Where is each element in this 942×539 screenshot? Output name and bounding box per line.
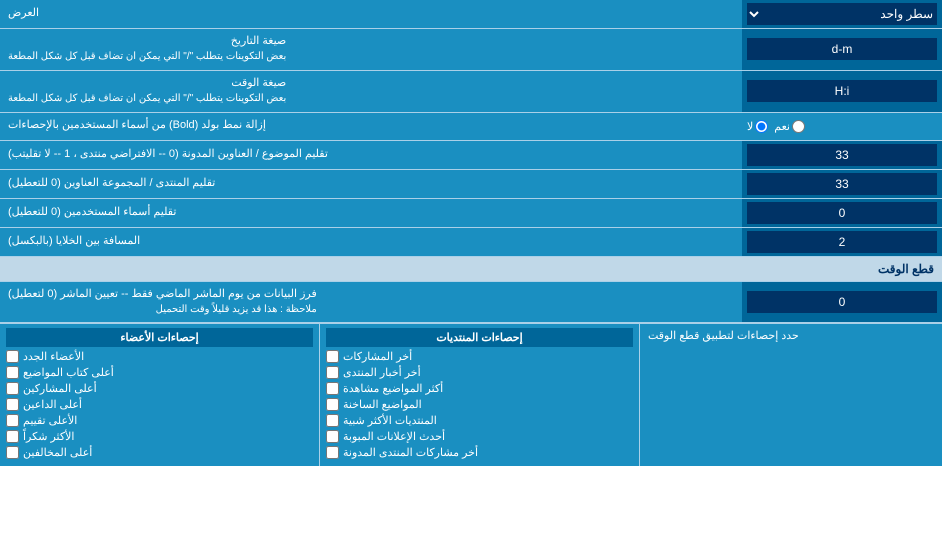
- stats-col-forums-header: إحصاءات المنتديات: [326, 328, 633, 347]
- label-member-5: الأعلى تقييم: [23, 414, 77, 427]
- row-distance: المسافة بين الخلايا (بالبكسل): [0, 228, 942, 257]
- row-forum: تقليم المنتدى / المجموعة العناوين (0 للت…: [0, 170, 942, 199]
- label-forum: تقليم المنتدى / المجموعة العناوين (0 للت…: [0, 170, 742, 198]
- row-usernames: تقليم أسماء المستخدمين (0 للتعطيل): [0, 199, 942, 228]
- label-forum-7: أخر مشاركات المنتدى المدونة: [343, 446, 478, 459]
- label-forum-1: أخر المشاركات: [343, 350, 412, 363]
- label-distance: المسافة بين الخلايا (بالبكسل): [0, 228, 742, 256]
- radio-bold-no-label[interactable]: لا: [747, 120, 768, 133]
- label-cutoff: فرز البيانات من يوم الماشر الماضي فقط --…: [0, 282, 742, 323]
- label-date-format: صيغة التاريخبعض التكوينات يتطلب "/" التي…: [0, 29, 742, 70]
- checkbox-forum-2[interactable]: [326, 366, 339, 379]
- stats-item-member-7: أعلى المخالفين: [6, 446, 313, 459]
- label-member-7: أعلى المخالفين: [23, 446, 92, 459]
- stats-item-member-3: أعلى المشاركين: [6, 382, 313, 395]
- stats-section: حدد إحصاءات لتطبيق قطع الوقت إحصاءات الم…: [0, 323, 942, 466]
- checkbox-member-7[interactable]: [6, 446, 19, 459]
- radio-bold-yes-label[interactable]: نعم: [774, 120, 805, 133]
- input-distance[interactable]: [742, 228, 942, 256]
- label-forum-5: المنتديات الأكثر شبية: [343, 414, 437, 427]
- row-عرض: سطر واحد العرض: [0, 0, 942, 29]
- input-time-format[interactable]: H:i: [742, 71, 942, 112]
- text-distance[interactable]: [747, 231, 937, 253]
- label-عرض: العرض: [0, 0, 742, 28]
- checkbox-forum-5[interactable]: [326, 414, 339, 427]
- stats-item-forum-3: أكثر المواضيع مشاهدة: [326, 382, 633, 395]
- row-date-format: d-m صيغة التاريخبعض التكوينات يتطلب "/" …: [0, 29, 942, 71]
- input-date-format[interactable]: d-m: [742, 29, 942, 70]
- stats-col-members-header: إحصاءات الأعضاء: [6, 328, 313, 347]
- stats-columns: إحصاءات المنتديات أخر المشاركات أخر أخبا…: [0, 324, 640, 466]
- label-forum-4: المواضيع الساخنة: [343, 398, 422, 411]
- stats-item-forum-4: المواضيع الساخنة: [326, 398, 633, 411]
- stats-col-forums: إحصاءات المنتديات أخر المشاركات أخر أخبا…: [320, 324, 640, 466]
- checkbox-forum-3[interactable]: [326, 382, 339, 395]
- stats-item-member-1: الأعضاء الجدد: [6, 350, 313, 363]
- stats-item-forum-5: المنتديات الأكثر شبية: [326, 414, 633, 427]
- input-bold: نعم لا: [742, 113, 942, 140]
- label-member-6: الأكثر شكراً: [23, 430, 74, 443]
- checkbox-member-5[interactable]: [6, 414, 19, 427]
- label-forum-3: أكثر المواضيع مشاهدة: [343, 382, 443, 395]
- label-member-2: أعلى كتاب المواضيع: [23, 366, 114, 379]
- input-usernames[interactable]: [742, 199, 942, 227]
- input-forum[interactable]: [742, 170, 942, 198]
- text-cutoff[interactable]: [747, 291, 937, 313]
- label-member-1: الأعضاء الجدد: [23, 350, 84, 363]
- stats-item-forum-6: أحدث الإعلانات المبوبة: [326, 430, 633, 443]
- checkbox-member-3[interactable]: [6, 382, 19, 395]
- radio-bold-no[interactable]: [755, 120, 768, 133]
- stats-item-forum-7: أخر مشاركات المنتدى المدونة: [326, 446, 633, 459]
- checkbox-member-4[interactable]: [6, 398, 19, 411]
- stats-item-forum-1: أخر المشاركات: [326, 350, 633, 363]
- label-member-3: أعلى المشاركين: [23, 382, 97, 395]
- stats-item-forum-2: أخر أخبار المنتدى: [326, 366, 633, 379]
- label-bold: إزالة نمط بولد (Bold) من أسماء المستخدمي…: [0, 113, 742, 140]
- stats-item-member-2: أعلى كتاب المواضيع: [6, 366, 313, 379]
- label-topics: تقليم الموضوع / العناوين المدونة (0 -- ا…: [0, 141, 742, 169]
- input-عرض[interactable]: سطر واحد: [742, 0, 942, 28]
- row-cutoff: فرز البيانات من يوم الماشر الماضي فقط --…: [0, 282, 942, 324]
- row-bold: نعم لا إزالة نمط بولد (Bold) من أسماء ال…: [0, 113, 942, 141]
- stats-section-label: حدد إحصاءات لتطبيق قطع الوقت: [640, 324, 942, 466]
- checkbox-forum-6[interactable]: [326, 430, 339, 443]
- row-time-format: H:i صيغة الوقتبعض التكوينات يتطلب "/" ال…: [0, 71, 942, 113]
- text-usernames[interactable]: [747, 202, 937, 224]
- text-date-format[interactable]: d-m: [747, 38, 937, 60]
- checkbox-member-2[interactable]: [6, 366, 19, 379]
- radio-bold-group: نعم لا: [747, 120, 805, 133]
- label-time-format: صيغة الوقتبعض التكوينات يتطلب "/" التي ي…: [0, 71, 742, 112]
- stats-item-member-6: الأكثر شكراً: [6, 430, 313, 443]
- stats-col-members: إحصاءات الأعضاء الأعضاء الجدد أعلى كتاب …: [0, 324, 320, 466]
- checkbox-member-1[interactable]: [6, 350, 19, 363]
- input-cutoff[interactable]: [742, 282, 942, 323]
- label-usernames: تقليم أسماء المستخدمين (0 للتعطيل): [0, 199, 742, 227]
- text-time-format[interactable]: H:i: [747, 80, 937, 102]
- row-topics: تقليم الموضوع / العناوين المدونة (0 -- ا…: [0, 141, 942, 170]
- input-topics[interactable]: [742, 141, 942, 169]
- checkbox-forum-4[interactable]: [326, 398, 339, 411]
- stats-item-member-5: الأعلى تقييم: [6, 414, 313, 427]
- label-forum-6: أحدث الإعلانات المبوبة: [343, 430, 445, 443]
- radio-bold-yes[interactable]: [792, 120, 805, 133]
- stats-item-member-4: أعلى الداعين: [6, 398, 313, 411]
- text-topics[interactable]: [747, 144, 937, 166]
- select-عرض[interactable]: سطر واحد: [747, 3, 937, 25]
- text-forum[interactable]: [747, 173, 937, 195]
- label-forum-2: أخر أخبار المنتدى: [343, 366, 421, 379]
- checkbox-forum-7[interactable]: [326, 446, 339, 459]
- checkbox-forum-1[interactable]: [326, 350, 339, 363]
- checkbox-member-6[interactable]: [6, 430, 19, 443]
- section-header-cutoff: قطع الوقت: [0, 257, 942, 282]
- label-member-4: أعلى الداعين: [23, 398, 82, 411]
